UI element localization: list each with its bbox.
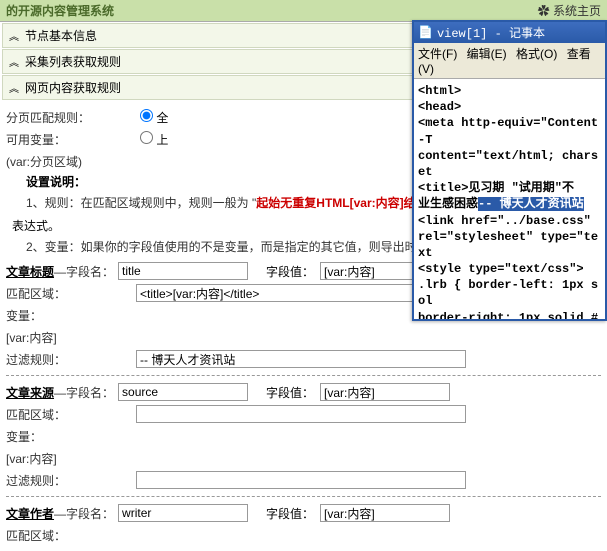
menu-file[interactable]: 文件(F) [418, 47, 457, 61]
radio-all[interactable]: 全 [140, 111, 168, 125]
article-author-name-input[interactable] [118, 504, 248, 522]
var-content: [var:内容] [6, 450, 136, 467]
field-value-label: 字段值： [254, 263, 314, 280]
paging-rule-label: 分页匹配规则： [6, 109, 136, 126]
chevron-icon: ︽ [9, 80, 19, 95]
article-source-label: 文章来源 [6, 384, 54, 401]
notepad-title-text: view[1] - 记事本 [437, 24, 545, 41]
menu-edit[interactable]: 编辑(E) [467, 47, 507, 61]
app-title: 的开源内容管理系统 [6, 2, 114, 19]
article-source-filter-input[interactable] [136, 471, 466, 489]
article-author-value-input[interactable] [320, 504, 450, 522]
article-title-name-input[interactable] [118, 262, 248, 280]
var-label: 变量： [6, 307, 136, 324]
field-value-label: 字段值： [254, 384, 314, 401]
notepad-window[interactable]: 📄 view[1] - 记事本 文件(F) 编辑(E) 格式(O) 查看(V) … [412, 20, 607, 321]
notepad-menu: 文件(F) 编辑(E) 格式(O) 查看(V) [414, 43, 605, 79]
match-area-label: 匹配区域： [6, 406, 136, 423]
notepad-icon: 📄 [418, 25, 433, 40]
chevron-icon: ︽ [9, 28, 19, 43]
article-title-label: 文章标题 [6, 263, 54, 280]
var-label: 变量： [6, 428, 136, 445]
article-source-value-input[interactable] [320, 383, 450, 401]
article-title-filter-input[interactable] [136, 350, 466, 368]
article-author-label: 文章作者 [6, 505, 54, 522]
var-content: [var:内容] [6, 329, 136, 346]
notepad-body[interactable]: <html> <head> <meta http-equiv="Content-… [414, 79, 605, 319]
vars-value: (var:分页区域) [6, 153, 136, 170]
notepad-titlebar[interactable]: 📄 view[1] - 记事本 [414, 22, 605, 43]
filter-label: 过滤规则： [6, 351, 136, 368]
article-source-match-input[interactable] [136, 405, 466, 423]
match-area-label: 匹配区域： [6, 285, 136, 302]
field-value-label: 字段值： [254, 505, 314, 522]
match-area-label: 匹配区域： [6, 527, 136, 544]
filter-label: 过滤规则： [6, 472, 136, 489]
notepad-selection: -- 博天人才资讯站 [478, 197, 584, 211]
radio-prev[interactable]: 上 [140, 133, 168, 147]
menu-format[interactable]: 格式(O) [516, 47, 557, 61]
home-link[interactable]: ✿ 系统主页 [538, 2, 601, 19]
article-source-name-input[interactable] [118, 383, 248, 401]
vars-label: 可用变量： [6, 131, 136, 148]
chevron-icon: ︽ [9, 54, 19, 69]
